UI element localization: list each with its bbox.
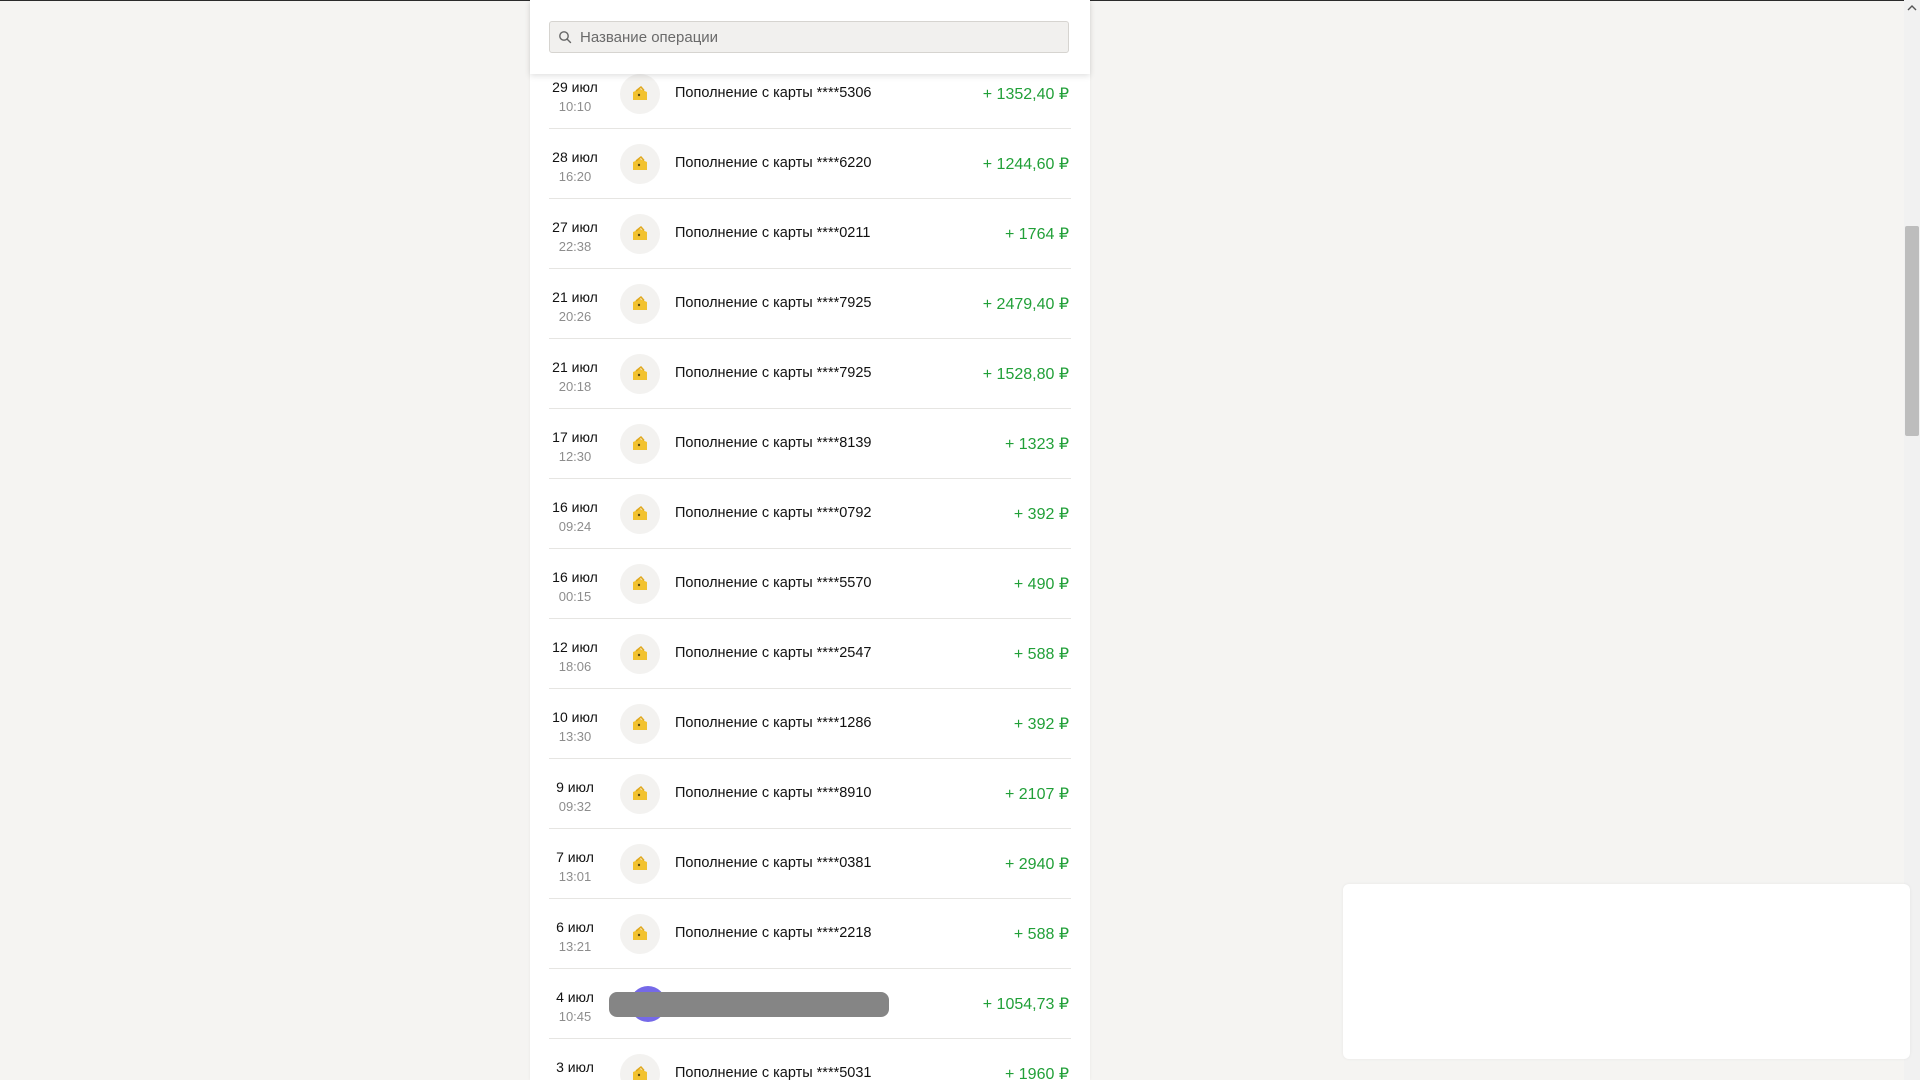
wallet-icon xyxy=(620,634,660,674)
operation-amount: + 2940 ₽ xyxy=(1004,856,1069,873)
operation-amount: + 1960 ₽ xyxy=(1004,1066,1069,1080)
operation-date: 12 июл xyxy=(552,639,598,655)
operation-date: 16 июл xyxy=(552,569,598,585)
operation-date: 27 июл xyxy=(552,219,598,235)
operation-time: 20:18 xyxy=(558,379,592,394)
operation-time: 13:01 xyxy=(558,869,592,884)
scroll-up-arrow-icon[interactable] xyxy=(1906,2,1918,14)
operation-amount: + 1528,80 ₽ xyxy=(982,366,1069,383)
operation-description: Пополнение с карты ****5031 xyxy=(675,1065,872,1080)
operation-row[interactable]: 9 июл 09:32 Пополнение с карты ****8910 … xyxy=(549,759,1071,829)
wallet-icon xyxy=(620,144,660,184)
operation-date: 6 июл xyxy=(556,919,594,935)
operation-time: 16:20 xyxy=(558,169,592,184)
operation-row[interactable]: 4 июл 10:45 + 1054,73 ₽ xyxy=(549,969,1071,1039)
operation-date: 4 июл xyxy=(556,989,594,1005)
operation-row[interactable]: 6 июл 13:21 Пополнение с карты ****2218 … xyxy=(549,899,1071,969)
operation-time: 09:24 xyxy=(558,519,592,534)
operation-time: 13:21 xyxy=(558,939,592,954)
operation-time: 12:30 xyxy=(558,449,592,464)
operation-description: Пополнение с карты ****5570 xyxy=(675,575,872,591)
operation-date: 21 июл xyxy=(552,359,598,375)
operation-description: Пополнение с карты ****6220 xyxy=(675,155,872,171)
operation-date: 28 июл xyxy=(552,149,598,165)
wallet-icon xyxy=(620,494,660,534)
page: 29 июл 10:10 Пополнение с карты ****5306… xyxy=(0,0,1920,1080)
operation-description: Пополнение с карты ****8910 xyxy=(675,785,872,801)
operation-row[interactable]: 27 июл 22:38 Пополнение с карты ****0211… xyxy=(549,199,1071,269)
operation-description: Пополнение с карты ****1286 xyxy=(675,715,872,731)
operation-amount: + 1352,40 ₽ xyxy=(982,86,1069,103)
operation-date: 21 июл xyxy=(552,289,598,305)
operation-description: Пополнение с карты ****0211 xyxy=(675,225,871,241)
operation-date: 29 июл xyxy=(552,79,598,95)
scrollbar-thumb[interactable] xyxy=(1905,226,1919,436)
search-box[interactable] xyxy=(549,21,1069,53)
operation-description: Пополнение с карты ****2218 xyxy=(675,925,872,941)
operation-row[interactable]: 3 июл Пополнение с карты ****5031 + 1960… xyxy=(549,1039,1071,1080)
operation-date: 7 июл xyxy=(556,849,594,865)
operation-time: 22:38 xyxy=(558,239,592,254)
operation-description: Пополнение с карты ****7925 xyxy=(675,365,872,381)
wallet-icon xyxy=(620,214,660,254)
operation-amount: + 1054,73 ₽ xyxy=(982,996,1069,1013)
operation-row[interactable]: 7 июл 13:01 Пополнение с карты ****0381 … xyxy=(549,829,1071,899)
operation-amount: + 1244,60 ₽ xyxy=(982,156,1069,173)
redacted-description xyxy=(609,992,889,1017)
operation-time: 10:10 xyxy=(558,99,592,114)
wallet-icon xyxy=(620,774,660,814)
notification-popup xyxy=(1343,884,1910,1059)
operation-row[interactable]: 10 июл 13:30 Пополнение с карты ****1286… xyxy=(549,689,1071,759)
operations-list: 29 июл 10:10 Пополнение с карты ****5306… xyxy=(549,59,1071,1080)
operation-row[interactable]: 21 июл 20:26 Пополнение с карты ****7925… xyxy=(549,269,1071,339)
wallet-icon xyxy=(620,914,660,954)
operation-description: Пополнение с карты ****5306 xyxy=(675,85,872,101)
operation-date: 9 июл xyxy=(556,779,594,795)
operation-description: Пополнение с карты ****0381 xyxy=(675,855,872,871)
operation-time: 10:45 xyxy=(558,1009,592,1024)
operation-amount: + 1323 ₽ xyxy=(1004,436,1069,453)
search-icon xyxy=(550,22,580,52)
wallet-icon xyxy=(620,844,660,884)
operation-time: 20:26 xyxy=(558,309,592,324)
wallet-icon xyxy=(620,284,660,324)
operation-row[interactable]: 16 июл 09:24 Пополнение с карты ****0792… xyxy=(549,479,1071,549)
operation-description: Пополнение с карты ****2547 xyxy=(675,645,872,661)
wallet-icon xyxy=(620,354,660,394)
operation-description: Пополнение с карты ****7925 xyxy=(675,295,872,311)
operation-time: 18:06 xyxy=(558,659,592,674)
operation-amount: + 2107 ₽ xyxy=(1004,786,1069,803)
operation-description: Пополнение с карты ****8139 xyxy=(675,435,872,451)
operation-amount: + 588 ₽ xyxy=(1013,646,1069,663)
operation-amount: + 392 ₽ xyxy=(1013,506,1069,523)
operation-row[interactable]: 17 июл 12:30 Пополнение с карты ****8139… xyxy=(549,409,1071,479)
operation-time: 09:32 xyxy=(558,799,592,814)
operation-time: 00:15 xyxy=(558,589,592,604)
operation-amount: + 1764 ₽ xyxy=(1004,226,1069,243)
operation-date: 3 июл xyxy=(556,1059,594,1075)
wallet-icon xyxy=(620,424,660,464)
search-input[interactable] xyxy=(580,22,1068,52)
operation-date: 16 июл xyxy=(552,499,598,515)
operation-amount: + 588 ₽ xyxy=(1013,926,1069,943)
operation-amount: + 490 ₽ xyxy=(1013,576,1069,593)
operations-panel: 29 июл 10:10 Пополнение с карты ****5306… xyxy=(530,0,1090,1080)
operation-time: 13:30 xyxy=(558,729,592,744)
wallet-icon xyxy=(620,704,660,744)
operation-amount: + 2479,40 ₽ xyxy=(982,296,1069,313)
operation-row[interactable]: 21 июл 20:18 Пополнение с карты ****7925… xyxy=(549,339,1071,409)
operation-date: 17 июл xyxy=(552,429,598,445)
wallet-icon xyxy=(620,564,660,604)
operation-row[interactable]: 28 июл 16:20 Пополнение с карты ****6220… xyxy=(549,129,1071,199)
search-bar xyxy=(530,0,1090,74)
wallet-icon xyxy=(620,74,660,114)
operation-amount: + 392 ₽ xyxy=(1013,716,1069,733)
operation-row[interactable]: 16 июл 00:15 Пополнение с карты ****5570… xyxy=(549,549,1071,619)
operation-row[interactable]: 12 июл 18:06 Пополнение с карты ****2547… xyxy=(549,619,1071,689)
operation-description: Пополнение с карты ****0792 xyxy=(675,505,872,521)
wallet-icon xyxy=(620,1054,660,1080)
operation-date: 10 июл xyxy=(552,709,598,725)
